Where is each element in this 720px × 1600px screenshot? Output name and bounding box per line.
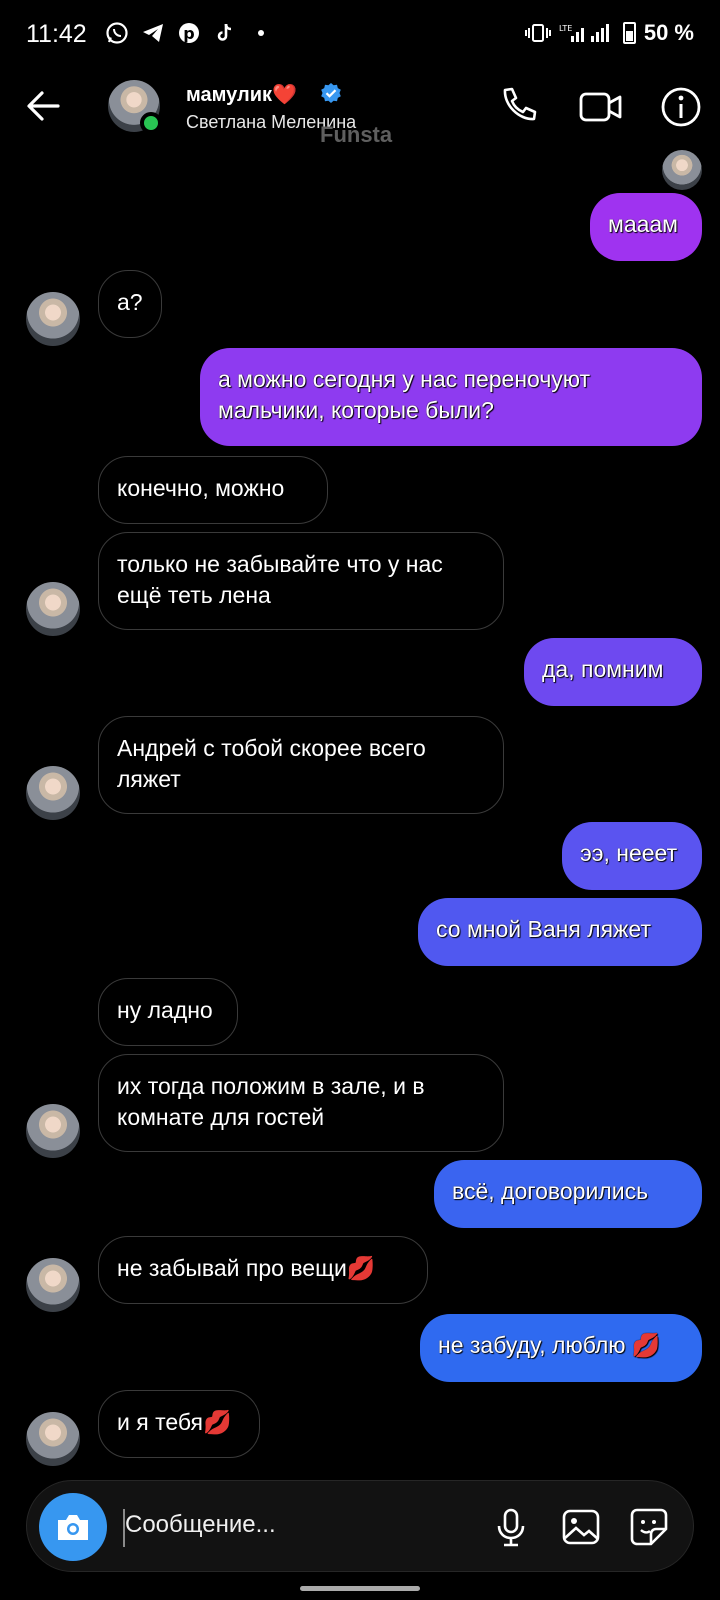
phone-icon[interactable] — [496, 84, 542, 130]
message-bubble-received[interactable]: ну ладно — [98, 978, 238, 1046]
message-bubble-sent[interactable]: да, помним — [524, 638, 702, 706]
battery-level: 50 % — [643, 20, 694, 45]
tiktok-icon — [212, 20, 238, 46]
message-composer: Сообщение... — [26, 1480, 694, 1572]
sender-avatar[interactable] — [26, 1258, 80, 1312]
home-indicator[interactable] — [300, 1586, 420, 1591]
message-bubble-received[interactable]: а? — [98, 270, 162, 338]
info-icon[interactable] — [658, 84, 704, 130]
back-arrow-icon[interactable] — [22, 84, 66, 128]
message-bubble-received[interactable]: не забывай про вещи💋 — [98, 1236, 428, 1304]
sender-avatar[interactable] — [26, 582, 80, 636]
message-input[interactable]: Сообщение... — [125, 1511, 276, 1539]
camera-button[interactable] — [39, 1493, 107, 1561]
telegram-icon — [140, 20, 166, 46]
seen-avatar — [662, 150, 702, 190]
signal-icon: LTE — [559, 24, 609, 42]
sticker-icon[interactable] — [627, 1505, 671, 1549]
whatsapp-icon — [104, 20, 130, 46]
message-bubble-sent[interactable]: а можно сегодня у нас переночуют мальчик… — [200, 348, 702, 446]
sender-avatar[interactable] — [26, 1412, 80, 1466]
svg-text:LTE: LTE — [559, 24, 572, 33]
message-bubble-received[interactable]: их тогда положим в зале, и в комнате для… — [98, 1054, 504, 1152]
gallery-icon[interactable] — [559, 1505, 603, 1549]
battery-icon — [622, 22, 636, 44]
system-status: LTE 50 % — [524, 20, 694, 46]
video-call-icon[interactable] — [578, 84, 624, 130]
verified-badge-icon — [321, 83, 341, 103]
sender-avatar[interactable] — [26, 1104, 80, 1158]
microphone-icon[interactable] — [489, 1505, 533, 1549]
vibrate-icon — [524, 24, 551, 42]
message-bubble-received[interactable]: конечно, можно — [98, 456, 328, 524]
sender-avatar[interactable] — [26, 292, 80, 346]
more-notifications-icon — [248, 20, 274, 46]
message-bubble-sent[interactable]: мааам — [590, 193, 702, 261]
message-bubble-sent[interactable]: ээ, нееет — [562, 822, 702, 890]
chat-header: мамулик❤️ Светлана Меленина Funsta — [0, 70, 720, 150]
camera-icon — [58, 1515, 88, 1540]
message-bubble-received[interactable]: Андрей с тобой скорее всего ляжет — [98, 716, 504, 814]
message-bubble-received[interactable]: только не забывайте что у нас ещё теть л… — [98, 532, 504, 630]
online-status-indicator — [140, 112, 162, 134]
status-bar: 11:42 p LTE 50 % — [0, 0, 720, 70]
message-bubble-received[interactable]: и я тебя💋 — [98, 1390, 260, 1458]
notification-icons: p — [104, 20, 274, 46]
contact-name[interactable]: мамулик❤️ — [186, 82, 297, 107]
status-time: 11:42 — [26, 20, 87, 48]
pinterest-icon: p — [176, 20, 202, 46]
message-bubble-sent[interactable]: не забуду, люблю 💋 — [420, 1314, 702, 1382]
watermark: Funsta — [320, 122, 393, 147]
message-bubble-sent[interactable]: всё, договорились — [434, 1160, 702, 1228]
svg-text:p: p — [183, 24, 194, 43]
message-bubble-sent[interactable]: со мной Ваня ляжет — [418, 898, 702, 966]
sender-avatar[interactable] — [26, 766, 80, 820]
